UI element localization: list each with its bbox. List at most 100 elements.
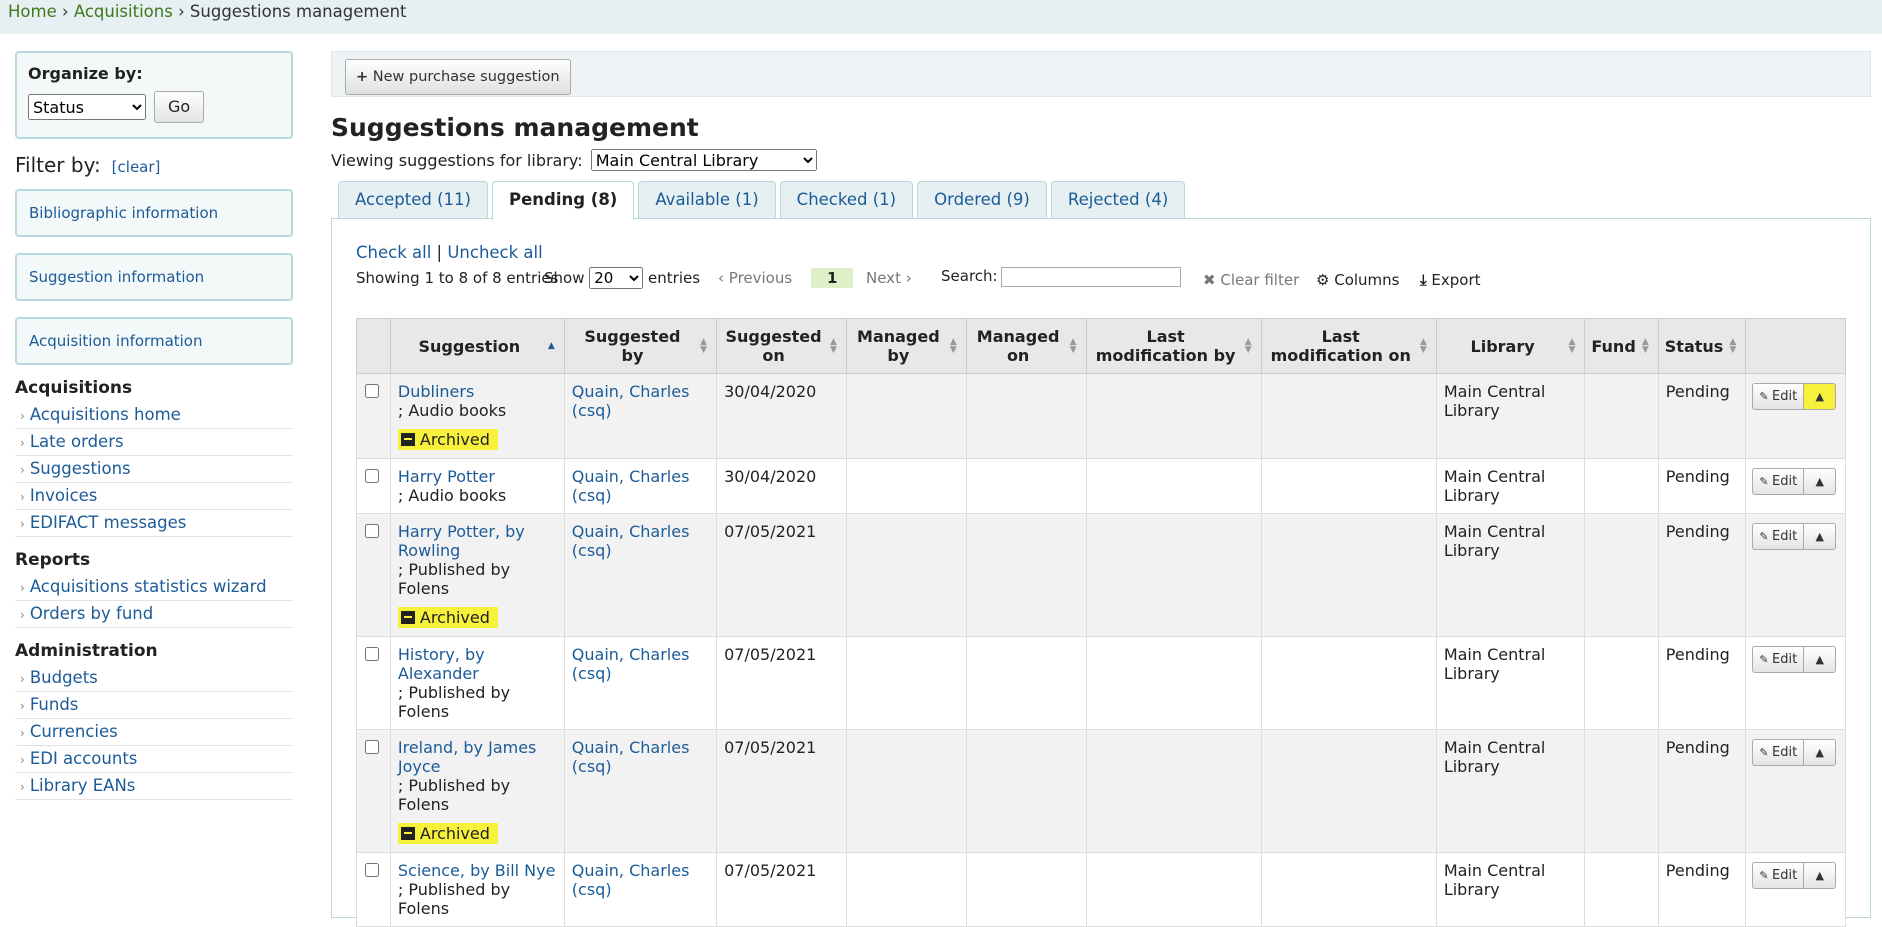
- caret-up-icon: ▲: [1815, 530, 1824, 543]
- edit-button[interactable]: ✎ Edit: [1752, 862, 1805, 889]
- tab-pending[interactable]: Pending (8): [491, 181, 635, 220]
- sort-icon: ▲ ▼: [1244, 337, 1252, 355]
- last-modification-by-cell: [1085, 458, 1262, 514]
- go-button[interactable]: Go: [154, 91, 205, 123]
- suggested-by-cell: Quain, Charles (csq): [563, 636, 718, 730]
- archive-icon: [400, 827, 415, 840]
- suggestion-title-link[interactable]: Ireland, by James Joyce: [398, 738, 537, 776]
- filter-link-suggestion-information[interactable]: Suggestion information: [29, 268, 204, 286]
- filter-link-acquisition-information[interactable]: Acquisition information: [29, 332, 203, 350]
- sort-icon: ▲ ▼: [1069, 337, 1077, 355]
- row-checkbox[interactable]: [365, 469, 379, 483]
- next-button[interactable]: Next ›: [866, 269, 912, 287]
- archived-label: Archived: [419, 824, 490, 843]
- export-button[interactable]: ⤓ Export: [1420, 271, 1481, 289]
- sidebar-item-late-orders[interactable]: › Late orders: [15, 429, 293, 456]
- actions-dropdown-toggle[interactable]: ▲: [1804, 646, 1837, 673]
- library-select[interactable]: Main Central Library: [590, 149, 817, 171]
- column-header-library[interactable]: Library ▲ ▼: [1435, 318, 1586, 374]
- column-header-last-modification-on[interactable]: Last modification on ▲ ▼: [1260, 318, 1437, 374]
- row-checkbox[interactable]: [365, 740, 379, 754]
- filter-link-bibliographic-information[interactable]: Bibliographic information: [29, 204, 218, 222]
- column-header-fund[interactable]: Fund ▲ ▼: [1584, 318, 1659, 374]
- column-header-suggestion[interactable]: Suggestion ▲: [389, 318, 565, 374]
- sidebar-item-invoices[interactable]: › Invoices: [15, 483, 293, 510]
- tab-ordered[interactable]: Ordered (9): [917, 181, 1047, 219]
- tab-rejected[interactable]: Rejected (4): [1050, 181, 1186, 219]
- suggested-by-link[interactable]: Quain, Charles (csq): [572, 522, 690, 560]
- edit-button[interactable]: ✎ Edit: [1752, 468, 1805, 495]
- table-info: Showing 1 to 8 of 8 entries: [356, 269, 559, 287]
- suggestion-title-link[interactable]: History, by Alexander: [398, 645, 485, 683]
- suggested-by-link[interactable]: Quain, Charles (csq): [572, 382, 690, 420]
- clear-filters-link[interactable]: [clear]: [112, 158, 161, 176]
- check-all-link[interactable]: Check all: [356, 243, 431, 262]
- suggested-by-link[interactable]: Quain, Charles (csq): [572, 861, 690, 899]
- fund-cell: [1584, 458, 1659, 514]
- edit-button[interactable]: ✎ Edit: [1752, 523, 1805, 550]
- suggested-by-link[interactable]: Quain, Charles (csq): [572, 738, 690, 776]
- managed-on-cell: [965, 636, 1087, 730]
- chevron-right-icon: ›: [20, 409, 25, 423]
- sidebar-item-orders-by-fund[interactable]: › Orders by fund: [15, 601, 293, 628]
- actions-cell: ✎ Edit ▲: [1745, 729, 1846, 853]
- new-suggestion-button[interactable]: + New purchase suggestion: [345, 59, 571, 95]
- sidebar-item-edifact-messages[interactable]: › EDIFACT messages: [15, 510, 293, 537]
- sidebar-item-currencies[interactable]: › Currencies: [15, 719, 293, 746]
- column-header-last-modification-by[interactable]: Last modification by ▲ ▼: [1085, 318, 1262, 374]
- clear-filter-button[interactable]: ✖ Clear filter: [1203, 271, 1299, 289]
- column-header-managed-on[interactable]: Managed on ▲ ▼: [965, 318, 1087, 374]
- organize-select[interactable]: Status: [28, 94, 146, 120]
- sidebar-item-label: Funds: [29, 695, 79, 714]
- suggestion-title-link[interactable]: Harry Potter, by Rowling: [398, 522, 525, 560]
- page-button-1[interactable]: 1: [811, 268, 854, 288]
- actions-dropdown-toggle[interactable]: ▲: [1804, 862, 1837, 889]
- sidebar-item-suggestions[interactable]: › Suggestions: [15, 456, 293, 483]
- column-header-suggested-by[interactable]: Suggested by ▲ ▼: [563, 318, 718, 374]
- main-content: + New purchase suggestion Suggestions ma…: [331, 51, 1871, 927]
- sidebar-item-funds[interactable]: › Funds: [15, 692, 293, 719]
- suggestion-title-link[interactable]: Dubliners: [398, 382, 474, 401]
- column-header-managed-by[interactable]: Managed by ▲ ▼: [845, 318, 967, 374]
- row-checkbox[interactable]: [365, 647, 379, 661]
- search-input[interactable]: [1001, 267, 1181, 287]
- actions-dropdown-toggle[interactable]: ▲: [1804, 739, 1837, 766]
- sidebar: Organize by: Status Go Filter by: [clear…: [15, 51, 293, 800]
- tab-available[interactable]: Available (1): [638, 181, 776, 219]
- edit-button[interactable]: ✎ Edit: [1752, 383, 1805, 410]
- page-length-select[interactable]: 20: [589, 267, 644, 289]
- sidebar-item-budgets[interactable]: › Budgets: [15, 665, 293, 692]
- last-modification-by-cell: [1085, 513, 1262, 637]
- sidebar-item-acquisitions-home[interactable]: › Acquisitions home: [15, 402, 293, 429]
- actions-dropdown-toggle[interactable]: ▲: [1804, 468, 1837, 495]
- select-column-header: [356, 318, 391, 374]
- suggestion-cell: Science, by Bill Nye; Published by Folen…: [389, 852, 565, 927]
- sidebar-item-edi-accounts[interactable]: › EDI accounts: [15, 746, 293, 773]
- tab-accepted[interactable]: Accepted (11): [338, 181, 488, 219]
- suggestion-title-link[interactable]: Science, by Bill Nye: [398, 861, 556, 880]
- columns-button[interactable]: ⚙ Columns: [1316, 271, 1400, 289]
- actions-dropdown-toggle[interactable]: ▲: [1804, 523, 1837, 550]
- row-checkbox[interactable]: [365, 524, 379, 538]
- row-checkbox[interactable]: [365, 863, 379, 877]
- actions-dropdown-toggle[interactable]: ▲: [1804, 383, 1837, 410]
- edit-button[interactable]: ✎ Edit: [1752, 646, 1805, 673]
- edit-button[interactable]: ✎ Edit: [1752, 739, 1805, 766]
- sidebar-item-acquisitions-statistics-wizard[interactable]: › Acquisitions statistics wizard: [15, 574, 293, 601]
- suggested-by-link[interactable]: Quain, Charles (csq): [572, 645, 690, 683]
- sidebar-item-library-eans[interactable]: › Library EANs: [15, 773, 293, 800]
- managed-by-cell: [845, 513, 967, 637]
- suggested-by-link[interactable]: Quain, Charles (csq): [572, 467, 690, 505]
- table-row: Dubliners; Audio books Archived Quain, Cha…: [356, 373, 1846, 459]
- suggested-on-cell: 07/05/2021: [716, 852, 847, 927]
- archive-icon: [400, 611, 415, 624]
- row-checkbox[interactable]: [365, 384, 379, 398]
- column-header-status[interactable]: Status ▲ ▼: [1657, 318, 1747, 374]
- breadcrumb-acquisitions[interactable]: Acquisitions: [74, 2, 173, 21]
- tab-checked[interactable]: Checked (1): [779, 181, 914, 219]
- breadcrumb-home[interactable]: Home: [8, 2, 57, 21]
- previous-button[interactable]: ‹ Previous: [718, 269, 792, 287]
- column-header-suggested-on[interactable]: Suggested on ▲ ▼: [716, 318, 847, 374]
- suggestion-title-link[interactable]: Harry Potter: [398, 467, 495, 486]
- uncheck-all-link[interactable]: Uncheck all: [447, 243, 542, 262]
